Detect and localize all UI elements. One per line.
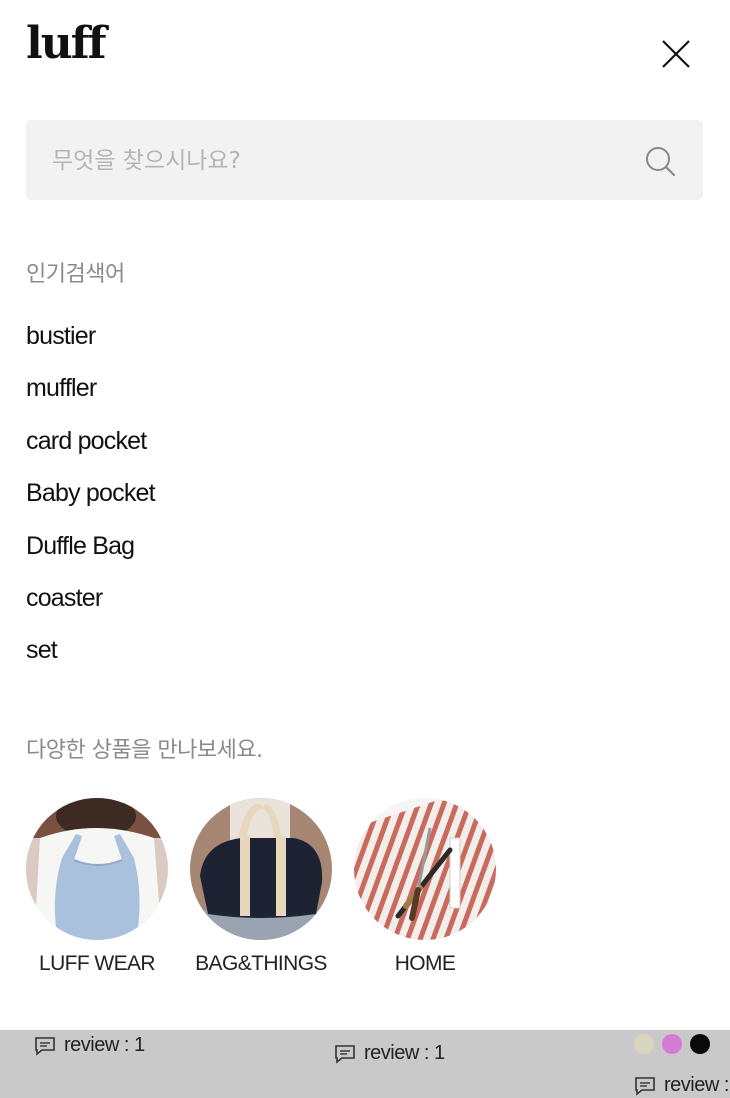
keyword-item[interactable]: bustier: [26, 318, 155, 370]
color-swatch[interactable]: [662, 1034, 682, 1054]
keyword-item[interactable]: coaster: [26, 580, 155, 632]
keyword-item[interactable]: card pocket: [26, 423, 155, 475]
review-count: review :: [634, 1074, 729, 1097]
popular-keyword-list: bustier muffler card pocket Baby pocket …: [26, 318, 156, 685]
category-home[interactable]: HOME: [354, 798, 496, 976]
review-count-text: review : 1: [364, 1042, 445, 1064]
category-label: HOME: [394, 952, 456, 975]
category-label: BAG&THINGS: [195, 952, 327, 975]
category-list: LUFF WEAR BAG&THINGS HOME: [26, 798, 518, 976]
popular-searches-title: 인기검색어: [26, 262, 125, 287]
keyword-item[interactable]: set: [26, 632, 155, 684]
search-bar: [26, 120, 703, 202]
category-image-wear: [26, 798, 168, 940]
search-icon[interactable]: [643, 144, 677, 178]
comment-icon: [635, 1076, 655, 1096]
categories-title: 다양한 상품을 만나보세요.: [26, 738, 263, 763]
review-count-text: review :: [664, 1074, 729, 1096]
review-count: review : 1: [334, 1042, 445, 1065]
comment-icon: [335, 1044, 355, 1064]
keyword-item[interactable]: Duffle Bag: [26, 528, 155, 580]
comment-icon: [35, 1036, 55, 1056]
review-count-text: review : 1: [64, 1034, 145, 1056]
close-icon: [662, 40, 690, 68]
category-luff-wear[interactable]: LUFF WEAR: [26, 798, 168, 976]
brand-logo[interactable]: luff: [26, 22, 107, 66]
product-preview-strip: review : 1 review : 1 review :: [0, 1030, 730, 1098]
keyword-item[interactable]: muffler: [26, 370, 155, 422]
category-bag-things[interactable]: BAG&THINGS: [190, 798, 332, 976]
category-image-bag: [190, 798, 332, 940]
keyword-item[interactable]: Baby pocket: [26, 475, 156, 527]
close-button[interactable]: [656, 34, 696, 74]
color-swatch[interactable]: [634, 1034, 654, 1054]
review-count: review : 1: [34, 1034, 145, 1057]
color-swatch[interactable]: [690, 1034, 710, 1054]
category-label: LUFF WEAR: [39, 952, 156, 975]
search-input[interactable]: [50, 120, 614, 202]
category-image-home: [354, 798, 496, 940]
